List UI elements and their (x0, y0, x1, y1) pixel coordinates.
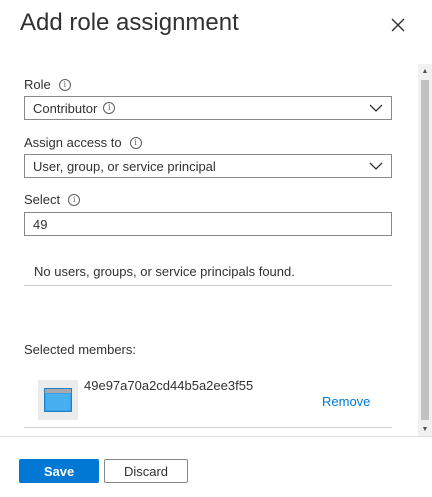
info-icon[interactable]: i (68, 193, 81, 206)
select-label: Select i (24, 192, 81, 207)
remove-member-link[interactable]: Remove (322, 394, 370, 409)
form-content: Role i Contributor i Assign access to i … (0, 64, 418, 436)
info-icon[interactable]: i (103, 102, 116, 114)
role-dropdown-value-wrap: Contributor i (33, 100, 116, 116)
assign-access-label-text: Assign access to (24, 135, 122, 150)
member-divider (24, 427, 392, 428)
select-search-input[interactable] (24, 212, 392, 236)
role-dropdown[interactable]: Contributor i (24, 96, 392, 120)
role-dropdown-value: Contributor (33, 100, 98, 116)
panel-header: Add role assignment (0, 0, 432, 56)
chevron-down-icon (369, 162, 383, 170)
discard-button[interactable]: Discard (104, 459, 188, 483)
chevron-down-icon (369, 104, 383, 112)
assign-access-label: Assign access to i (24, 135, 142, 150)
select-label-text: Select (24, 192, 61, 207)
save-button[interactable]: Save (19, 459, 99, 483)
info-icon[interactable]: i (129, 136, 142, 149)
member-id: 49e97a70a2cd44b5a2ee3f55 (84, 378, 254, 393)
info-icon[interactable]: i (58, 78, 71, 91)
close-button[interactable] (386, 13, 410, 37)
assign-access-dropdown-value: User, group, or service principal (33, 158, 216, 174)
panel-title: Add role assignment (20, 9, 239, 36)
scroll-up-arrow-icon[interactable]: ▲ (418, 64, 432, 78)
panel-footer: Save Discard (0, 436, 432, 497)
member-avatar (38, 380, 78, 420)
scrollbar-thumb[interactable] (421, 80, 429, 420)
vertical-scrollbar[interactable]: ▲ ▼ (418, 64, 432, 436)
role-label-text: Role (24, 77, 51, 92)
assign-access-dropdown[interactable]: User, group, or service principal (24, 154, 392, 178)
selected-member-row: 49e97a70a2cd44b5a2ee3f55 Remove (24, 370, 392, 428)
results-divider (24, 285, 392, 286)
application-icon (44, 388, 72, 412)
add-role-assignment-panel: Add role assignment Role i Contributor i… (0, 0, 432, 497)
close-icon (391, 18, 405, 32)
role-label: Role i (24, 77, 71, 92)
selected-members-label: Selected members: (24, 342, 136, 357)
scroll-down-arrow-icon[interactable]: ▼ (418, 422, 432, 436)
no-results-message: No users, groups, or service principals … (34, 264, 295, 279)
